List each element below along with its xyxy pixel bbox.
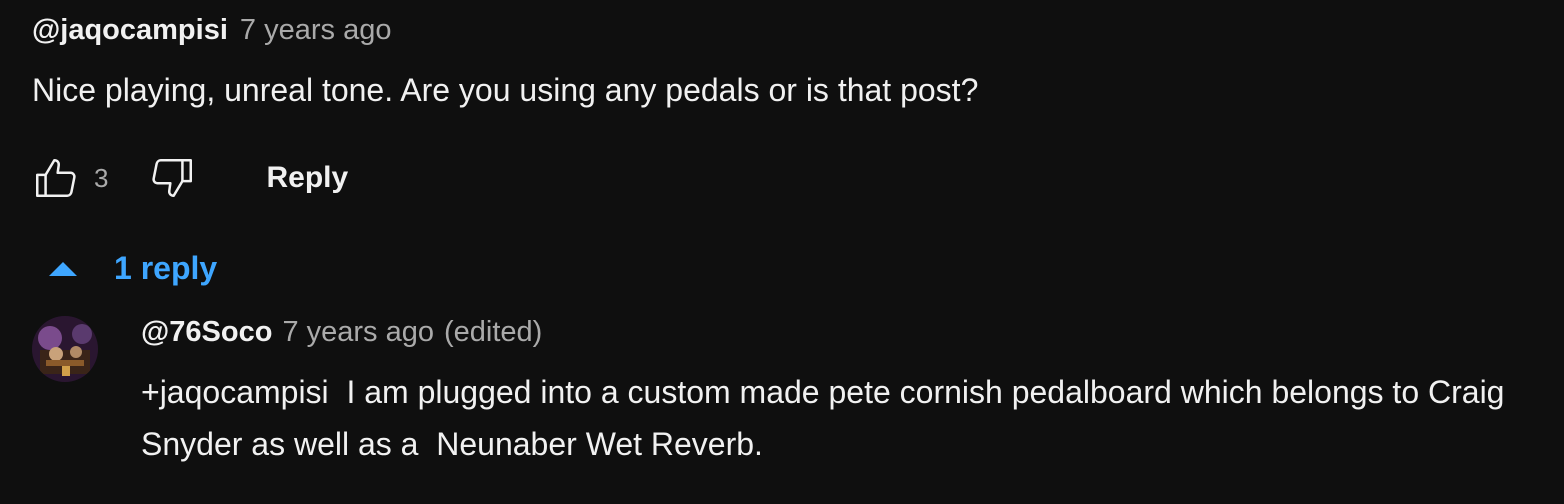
reply-button[interactable]: Reply [266,161,348,195]
reply-content: @76Soco 7 years ago (edited) +jaqocampis… [141,316,1521,470]
like-count: 3 [94,162,109,193]
edited-label: (edited) [443,316,543,348]
reply-header: @76Soco 7 years ago (edited) [141,316,1521,364]
comment-text: Nice playing, unreal tone. Are you using… [32,72,979,108]
like-button[interactable] [30,152,82,204]
comment-header: @jaqocampisi 7 years ago [32,14,1532,58]
thumbs-down-icon [152,159,193,197]
comment-author[interactable]: @jaqocampisi [32,14,228,47]
replies-toggle[interactable]: 1 reply [46,242,217,294]
comment-actions: 3 Reply [30,152,348,204]
comment-timestamp[interactable]: 7 years ago [240,14,392,47]
avatar-image [32,316,98,382]
replies-count-label: 1 reply [114,249,218,286]
reply-timestamp[interactable]: 7 years ago [282,316,434,349]
thumbs-up-icon [36,159,76,197]
caret-up-icon [49,262,77,276]
dislike-button[interactable] [146,152,198,204]
reply-author[interactable]: @76Soco [141,316,272,349]
reply-text: +jaqocampisi I am plugged into a custom … [141,374,1514,462]
comment: @jaqocampisi 7 years ago Nice playing, u… [32,14,1532,116]
avatar[interactable] [32,316,98,382]
comment-thread: @jaqocampisi 7 years ago Nice playing, u… [0,0,1564,504]
